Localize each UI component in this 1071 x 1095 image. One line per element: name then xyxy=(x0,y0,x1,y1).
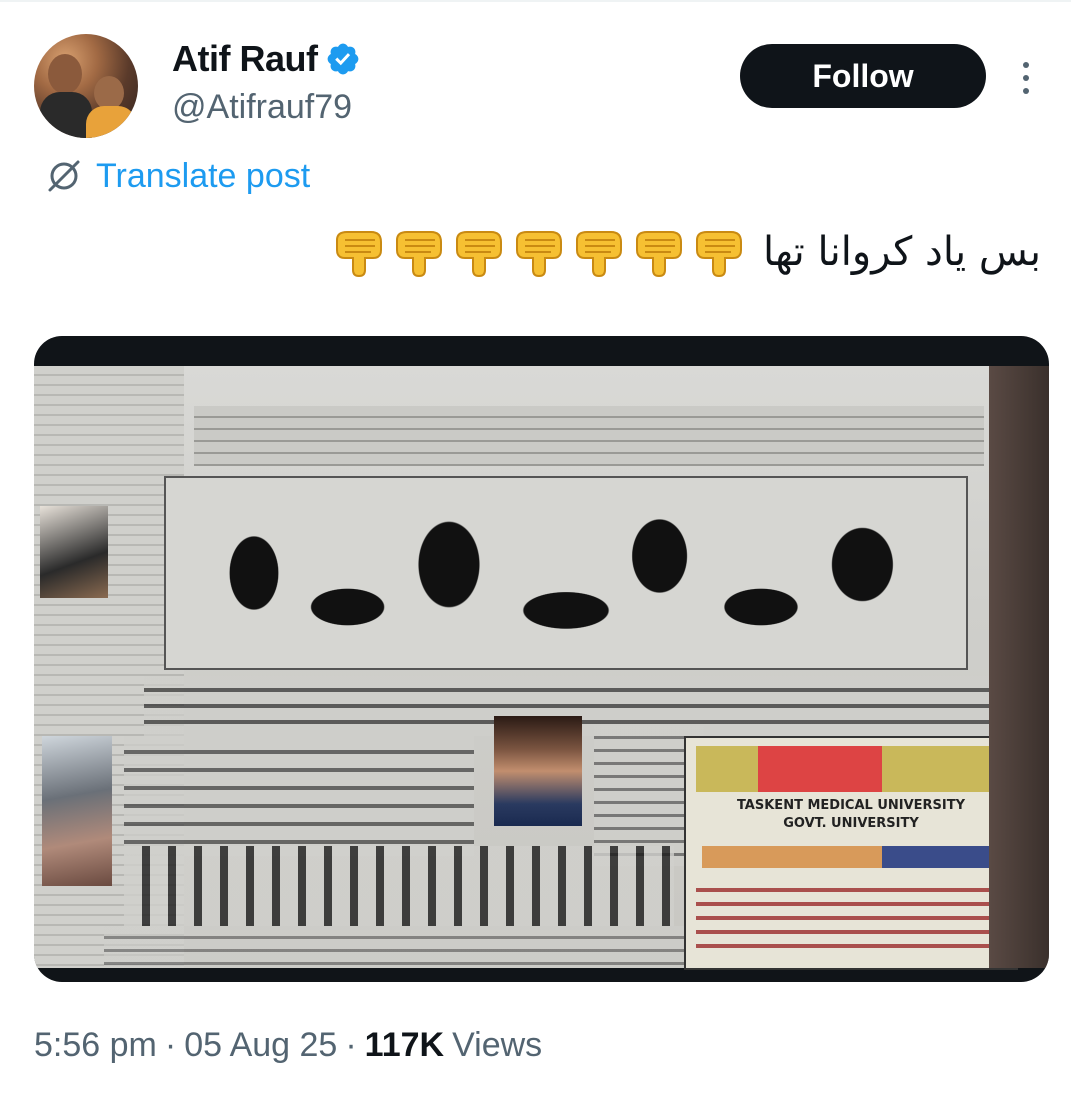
pointing-down-emoji-icon xyxy=(635,231,682,278)
newspaper-top-band xyxy=(194,406,984,466)
top-divider xyxy=(0,0,1071,2)
newspaper-story-middle xyxy=(124,736,474,856)
verified-badge-icon xyxy=(328,43,359,75)
post-date[interactable]: 05 Aug 25 xyxy=(184,1026,337,1065)
more-options-icon[interactable] xyxy=(1010,58,1042,98)
emoji-row xyxy=(331,226,747,278)
handle[interactable]: @Atifrauf79 xyxy=(172,88,352,127)
avatar-person-2 xyxy=(94,76,124,110)
globe-slash-icon xyxy=(48,160,80,192)
newspaper-main-headline xyxy=(164,476,968,670)
post-time[interactable]: 5:56 pm xyxy=(34,1026,157,1065)
translate-post-link[interactable]: Translate post xyxy=(44,156,310,196)
newspaper-photo-left-bottom xyxy=(42,736,112,886)
table-edge xyxy=(989,366,1049,968)
pointing-down-emoji-icon xyxy=(395,231,442,278)
avatar-person-1 xyxy=(48,54,82,94)
author-name-row[interactable]: Atif Rauf xyxy=(172,38,361,80)
follow-button[interactable]: Follow xyxy=(740,44,986,108)
pointing-down-emoji-icon xyxy=(575,231,622,278)
display-name[interactable]: Atif Rauf xyxy=(172,38,318,80)
post-text-urdu: بس یاد کروانا تھا xyxy=(762,229,1041,275)
newspaper-photo-left-top xyxy=(40,506,108,598)
views-count[interactable]: 117K xyxy=(365,1026,444,1065)
meta-separator: · xyxy=(345,1026,357,1064)
translate-post-label[interactable]: Translate post xyxy=(96,157,310,196)
ad-bottom-lines xyxy=(696,878,1006,958)
ad-line-1: TASKENT MEDICAL UNIVERSITY xyxy=(736,798,966,813)
avatar-person-1-body xyxy=(40,92,92,138)
newspaper-advertisement: TASKENT MEDICAL UNIVERSITY GOVT. UNIVERS… xyxy=(684,736,1018,970)
ad-fee-strip xyxy=(702,846,1002,868)
pointing-down-emoji-icon xyxy=(455,231,502,278)
newspaper-page: TASKENT MEDICAL UNIVERSITY GOVT. UNIVERS… xyxy=(34,366,1049,970)
ad-mbbs-banner xyxy=(696,746,1006,792)
newspaper-bottom-headline xyxy=(124,846,674,926)
newspaper-portrait-photo xyxy=(494,716,582,826)
avatar-person-2-body xyxy=(86,106,136,138)
pointing-down-emoji-icon xyxy=(695,231,742,278)
pointing-down-emoji-icon xyxy=(515,231,562,278)
pointing-down-emoji-icon xyxy=(335,231,382,278)
post-media-image[interactable]: TASKENT MEDICAL UNIVERSITY GOVT. UNIVERS… xyxy=(34,336,1049,982)
avatar[interactable] xyxy=(34,34,138,138)
newspaper-bottom-lines xyxy=(104,926,684,968)
post-meta: 5:56 pm · 05 Aug 25 · 117K Views xyxy=(34,1026,542,1065)
post-text: بس یاد کروانا تھا xyxy=(331,226,1041,278)
meta-separator: · xyxy=(164,1026,177,1064)
ad-line-2: GOVT. UNIVERSITY xyxy=(783,816,919,831)
views-label: Views xyxy=(452,1026,543,1064)
